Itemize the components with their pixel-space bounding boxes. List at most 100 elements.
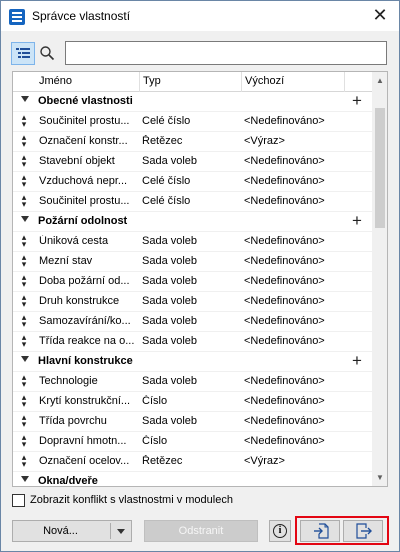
group-row[interactable]: Požární odolnost + [13,212,373,232]
column-divider[interactable] [241,72,242,92]
group-row[interactable]: Hlavní konstrukce + [13,352,373,372]
property-row[interactable]: ▴ ▾ Součinitel prostu... Celé číslo <Nede… [13,192,373,212]
property-row[interactable]: ▴ ▾ Technologie Sada voleb <Nedefinováno> [13,372,373,392]
collapse-arrow-icon[interactable] [21,476,29,482]
property-row[interactable]: ▴ ▾ Třída povrchu Sada voleb <Nedefinován… [13,412,373,432]
property-row[interactable]: ▴ ▾ Součinitel prostu... Celé číslo <Nede… [13,112,373,132]
column-divider[interactable] [139,72,140,92]
remove-button[interactable]: Odstranit [144,520,258,542]
reorder-icon[interactable]: ▴ ▾ [20,253,28,269]
close-button[interactable]: ✕ [369,5,391,27]
reorder-icon[interactable]: ▴ ▾ [20,193,28,209]
property-default: <Nedefinováno> [244,195,325,207]
property-row[interactable]: ▴ ▾ Třída reakce na o... Sada voleb <Nede… [13,332,373,352]
property-default: <Výraz> [244,455,285,467]
reorder-icon[interactable]: ▴ ▾ [20,373,28,389]
reorder-icon[interactable]: ▴ ▾ [20,233,28,249]
info-button[interactable]: i [269,520,291,542]
property-row[interactable]: ▴ ▾ Dopravní hmotn... Číslo <Nedefinováno… [13,432,373,452]
reorder-icon[interactable]: ▴ ▾ [20,393,28,409]
reorder-icon[interactable]: ▴ ▾ [20,313,28,329]
property-default: <Nedefinováno> [244,435,325,447]
property-row[interactable]: ▴ ▾ Mezní stav Sada voleb <Nedefinováno> [13,252,373,272]
export-icon [356,523,372,539]
column-header-name[interactable]: Jméno [39,75,72,87]
property-default: <Nedefinováno> [244,175,325,187]
collapse-arrow-icon[interactable] [21,216,29,222]
scroll-thumb[interactable] [375,108,385,228]
property-type: Celé číslo [142,195,191,207]
property-type: Sada voleb [142,275,198,287]
property-name: Stavební objekt [39,155,115,167]
property-default: <Nedefinováno> [244,315,325,327]
property-default: <Výraz> [244,135,285,147]
import-button[interactable] [300,520,340,542]
property-name: Součinitel prostu... [39,195,130,207]
add-property-icon[interactable]: + [349,212,365,229]
reorder-icon[interactable]: ▴ ▾ [20,173,28,189]
property-name: Technologie [39,375,98,387]
property-manager-window: Správce vlastností ✕ Jméno Typ Výchozí O… [0,0,400,552]
property-default: <Nedefinováno> [244,115,325,127]
vertical-scrollbar[interactable]: ▲ ▼ [372,72,387,486]
export-button[interactable] [343,520,383,542]
reorder-icon[interactable]: ▴ ▾ [20,133,28,149]
property-row[interactable]: ▴ ▾ Samozavírání/ko... Sada voleb <Nedefi… [13,312,373,332]
column-divider[interactable] [344,72,345,92]
reorder-icon[interactable]: ▴ ▾ [20,113,28,129]
property-default: <Nedefinováno> [244,295,325,307]
property-row[interactable]: ▴ ▾ Úniková cesta Sada voleb <Nedefinován… [13,232,373,252]
chevron-down-icon[interactable] [117,529,125,534]
collapse-arrow-icon[interactable] [21,96,29,102]
property-default: <Nedefinováno> [244,235,325,247]
reorder-icon[interactable]: ▴ ▾ [20,153,28,169]
reorder-icon[interactable]: ▴ ▾ [20,293,28,309]
property-row[interactable]: ▴ ▾ Druh konstrukce Sada voleb <Nedefinov… [13,292,373,312]
property-row[interactable]: ▴ ▾ Doba požární od... Sada voleb <Nedefi… [13,272,373,292]
scroll-up-icon[interactable]: ▲ [372,72,387,89]
column-header-default[interactable]: Výchozí [245,75,284,87]
property-row[interactable]: ▴ ▾ Stavební objekt Sada voleb <Nedefinov… [13,152,373,172]
scroll-down-icon[interactable]: ▼ [372,469,387,486]
reorder-icon[interactable]: ▴ ▾ [20,453,28,469]
reorder-icon[interactable]: ▴ ▾ [20,433,28,449]
property-default: <Nedefinováno> [244,255,325,267]
search-icon[interactable] [39,45,55,61]
property-type: Číslo [142,435,168,447]
add-property-icon[interactable]: + [349,352,365,369]
new-property-button[interactable]: Nová... [12,520,132,542]
property-type: Celé číslo [142,175,191,187]
import-icon [314,523,329,539]
tree-view-toggle-button[interactable] [11,42,35,65]
show-conflict-label[interactable]: Zobrazit konflikt s vlastnostmi v module… [30,494,233,506]
column-header-type[interactable]: Typ [143,75,161,87]
property-row[interactable]: ▴ ▾ Označení ocelov... Řetězec <Výraz> [13,452,373,472]
property-row[interactable]: ▴ ▾ Krytí konstrukční... Číslo <Nedefinov… [13,392,373,412]
property-default: <Nedefinováno> [244,375,325,387]
property-name: Součinitel prostu... [39,115,130,127]
property-row[interactable]: ▴ ▾ Vzduchová nepr... Celé číslo <Nedefin… [13,172,373,192]
property-name: Samozavírání/ko... [39,315,131,327]
reorder-icon[interactable]: ▴ ▾ [20,413,28,429]
property-grid: Jméno Typ Výchozí Obecné vlastnosti + ▴ ▾… [12,71,388,487]
group-label: Obecné vlastnosti [38,95,133,107]
reorder-icon[interactable]: ▴ ▾ [20,273,28,289]
property-row[interactable]: ▴ ▾ Označení konstr... Řetězec <Výraz> [13,132,373,152]
group-label: Požární odolnost [38,215,128,227]
collapse-arrow-icon[interactable] [21,356,29,362]
property-type: Sada voleb [142,155,198,167]
add-property-icon[interactable]: + [349,92,365,109]
property-name: Mezní stav [39,255,93,267]
show-conflict-checkbox[interactable] [12,494,25,507]
property-name: Označení ocelov... [39,455,130,467]
footer-bar: Nová... Odstranit i [1,515,399,545]
group-row[interactable]: Okna/dveře [13,472,373,486]
group-row[interactable]: Obecné vlastnosti + [13,92,373,112]
search-input[interactable] [65,41,387,65]
new-button-label: Nová... [43,525,78,537]
property-name: Označení konstr... [39,135,128,147]
property-name: Třída reakce na o... [39,335,135,347]
property-type: Číslo [142,395,168,407]
reorder-icon[interactable]: ▴ ▾ [20,333,28,349]
property-name: Druh konstrukce [39,295,120,307]
